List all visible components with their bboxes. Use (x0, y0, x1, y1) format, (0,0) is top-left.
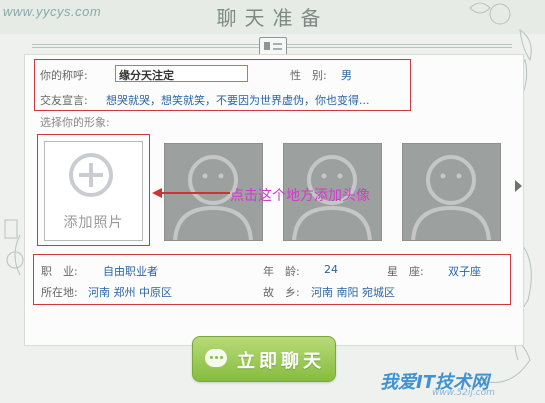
gender-value: 男 (341, 69, 352, 82)
next-arrow-icon[interactable] (515, 180, 522, 192)
add-photo-button[interactable]: 添加照片 (44, 141, 143, 241)
age-value: 24 (324, 263, 338, 276)
start-chat-button[interactable]: 立即聊天 (192, 336, 336, 382)
annotation-arrow-line (160, 192, 230, 194)
start-chat-label: 立即聊天 (237, 351, 325, 372)
chat-bubble-icon (205, 349, 227, 367)
select-avatar-label: 选择你的形象: (40, 116, 110, 129)
annotation-text: 点击这个地方添加头像 (230, 188, 370, 204)
motto-value[interactable]: 想哭就哭，想笑就笑，不要因为世界虚伪，你也变得... (106, 92, 370, 108)
location-label: 所在地: (41, 286, 78, 299)
zodiac-label: 星 座: (387, 265, 424, 278)
age-label: 年 龄: (263, 265, 300, 278)
add-photo-icon (69, 153, 113, 197)
job-label: 职 业: (41, 265, 78, 278)
nickname-field[interactable]: 缘分天注定 (115, 65, 248, 82)
motto-label: 交友宣言: (40, 94, 88, 107)
add-photo-label: 添加照片 (63, 215, 124, 231)
bottom-watermark-url: www.52ij.com (432, 388, 495, 398)
zodiac-value: 双子座 (448, 265, 481, 278)
gender-label: 性 别: (290, 69, 327, 82)
hometown-value: 河南 南阳 宛城区 (311, 286, 395, 299)
avatar-option[interactable] (402, 143, 501, 241)
default-avatar-icon (411, 155, 491, 240)
job-value: 自由职业者 (103, 265, 158, 278)
nickname-label: 你的称呼: (40, 69, 88, 82)
page-title: 聊天准备 (216, 6, 329, 30)
hometown-label: 故 乡: (263, 286, 300, 299)
location-value: 河南 郑州 中原区 (88, 286, 172, 299)
